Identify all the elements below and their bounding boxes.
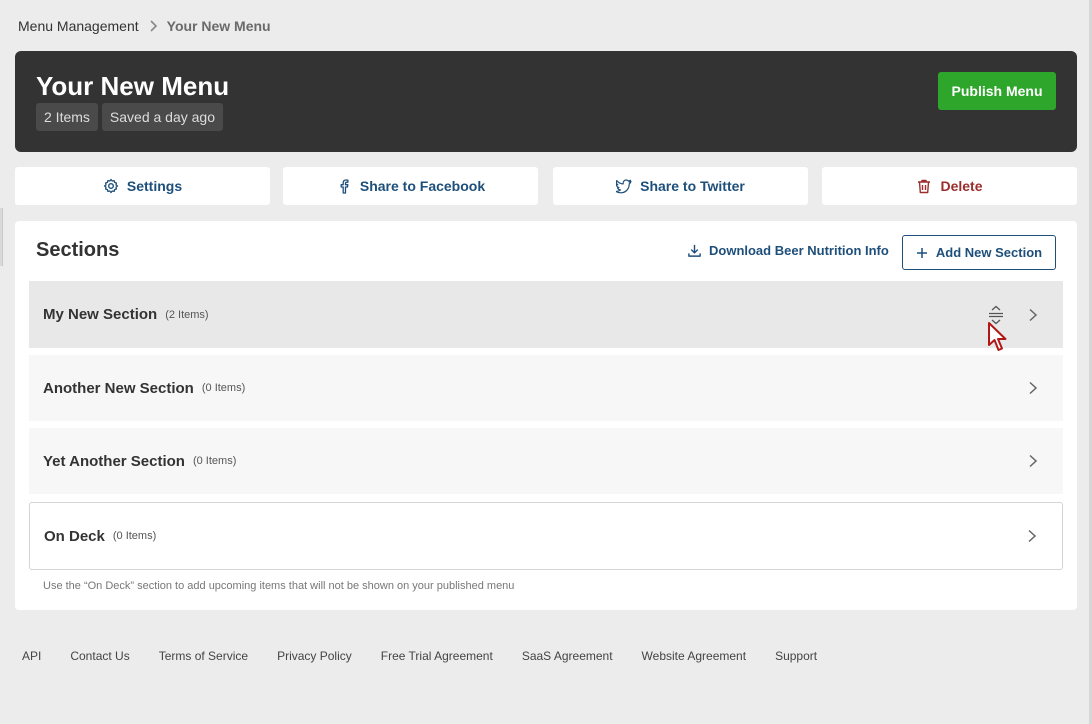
download-nutrition-link[interactable]: Download Beer Nutrition Info: [687, 243, 889, 258]
settings-button[interactable]: Settings: [15, 167, 270, 205]
page-title: Your New Menu: [36, 71, 230, 101]
delete-label: Delete: [940, 178, 983, 194]
footer-link-support[interactable]: Support: [775, 649, 817, 663]
download-icon: [688, 244, 701, 257]
share-twitter-label: Share to Twitter: [640, 178, 745, 194]
footer-link-terms[interactable]: Terms of Service: [159, 649, 248, 663]
footer-link-free-trial[interactable]: Free Trial Agreement: [381, 649, 493, 663]
footer-link-privacy[interactable]: Privacy Policy: [277, 649, 352, 663]
section-item-count: (0 Items): [192, 455, 237, 467]
breadcrumb-current: Your New Menu: [166, 18, 271, 34]
trash-icon: [918, 179, 931, 194]
sections-heading: Sections: [36, 239, 120, 261]
on-deck-section-row[interactable]: On Deck (0 Items): [29, 502, 1063, 570]
section-item-count: (0 Items): [201, 382, 246, 394]
section-row[interactable]: My New Section (2 Items): [29, 281, 1063, 348]
chevron-right-icon[interactable]: [1027, 454, 1039, 468]
breadcrumb-link-menu-management[interactable]: Menu Management: [18, 18, 139, 34]
share-twitter-button[interactable]: Share to Twitter: [553, 167, 808, 205]
section-row[interactable]: Yet Another Section (0 Items): [29, 428, 1063, 494]
page: Menu Management Your New Menu Your New M…: [0, 0, 1092, 724]
delete-menu-button[interactable]: Delete: [822, 167, 1077, 205]
section-row[interactable]: Another New Section (0 Items): [29, 355, 1063, 421]
chevron-right-icon: [150, 20, 157, 32]
section-item-count: (0 Items): [112, 530, 157, 542]
section-name: On Deck: [44, 527, 105, 545]
menu-header: Your New Menu 2 Items Saved a day ago Pu…: [15, 51, 1077, 152]
section-name: Yet Another Section: [43, 452, 185, 470]
facebook-icon: [340, 179, 349, 194]
saved-status-badge: Saved a day ago: [101, 103, 223, 131]
breadcrumb: Menu Management Your New Menu: [18, 18, 271, 34]
sections-panel: Sections Download Beer Nutrition Info Ad…: [15, 221, 1077, 610]
chevron-right-icon[interactable]: [1027, 381, 1039, 395]
share-facebook-button[interactable]: Share to Facebook: [283, 167, 538, 205]
menu-badges: 2 Items Saved a day ago: [36, 103, 223, 131]
add-new-section-label: Add New Section: [935, 245, 1043, 260]
chevron-right-icon[interactable]: [1026, 529, 1038, 543]
publish-menu-button[interactable]: Publish Menu: [938, 72, 1056, 110]
plus-icon: [916, 247, 927, 258]
gear-icon: [103, 178, 119, 194]
download-nutrition-label: Download Beer Nutrition Info: [709, 243, 889, 258]
section-name: My New Section: [43, 306, 158, 323]
footer-link-contact[interactable]: Contact Us: [70, 649, 129, 663]
add-new-section-button[interactable]: Add New Section: [902, 235, 1056, 270]
twitter-icon: [616, 179, 632, 194]
footer-link-api[interactable]: API: [22, 649, 41, 663]
items-count-badge: 2 Items: [36, 103, 98, 131]
section-item-count: (2 Items): [165, 308, 209, 321]
on-deck-hint: Use the “On Deck” section to add upcomin…: [43, 580, 515, 592]
settings-label: Settings: [126, 178, 183, 194]
cursor-icon: [988, 322, 1007, 351]
section-name: Another New Section: [43, 379, 194, 397]
footer-link-website[interactable]: Website Agreement: [642, 649, 747, 663]
footer: API Contact Us Terms of Service Privacy …: [22, 649, 817, 663]
action-bar: Settings Share to Facebook Share to Twit…: [15, 167, 1077, 205]
share-facebook-label: Share to Facebook: [359, 178, 486, 194]
side-tab[interactable]: [0, 208, 3, 266]
footer-link-saas[interactable]: SaaS Agreement: [522, 649, 613, 663]
chevron-right-icon[interactable]: [1027, 308, 1039, 322]
